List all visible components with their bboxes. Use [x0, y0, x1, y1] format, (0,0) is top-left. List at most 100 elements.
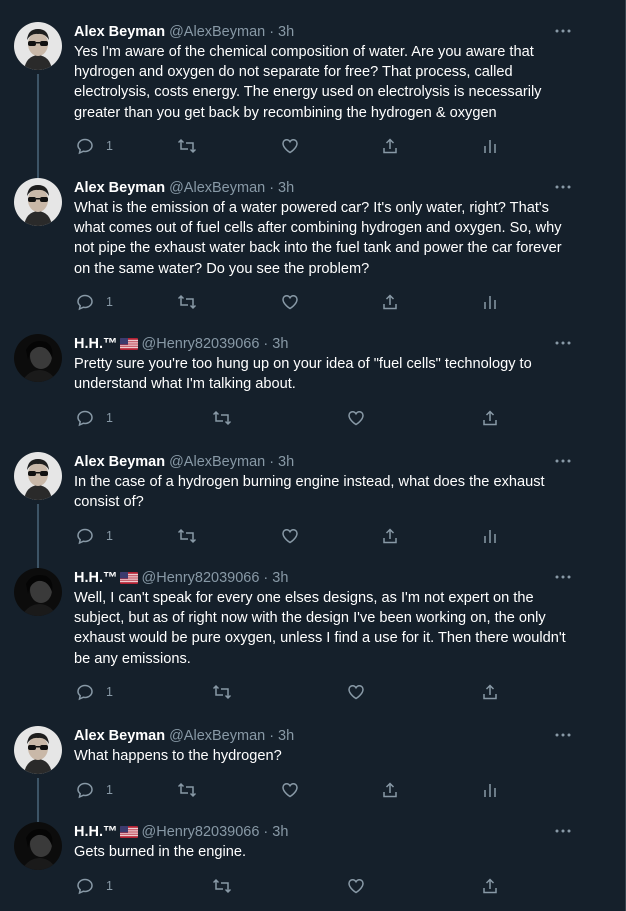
tweet[interactable]: Alex Beyman @AlexBeyman · 3h What is the… — [0, 164, 610, 320]
more-icon[interactable] — [554, 822, 572, 840]
share-icon — [381, 527, 399, 545]
retweet-button[interactable] — [177, 136, 197, 156]
timestamp[interactable]: 3h — [278, 24, 294, 40]
tweet-actions: 1 — [74, 682, 544, 702]
user-handle[interactable]: @AlexBeyman — [169, 454, 265, 470]
more-icon[interactable] — [554, 568, 572, 586]
analytics-button[interactable] — [481, 292, 499, 312]
thread-line — [37, 164, 39, 178]
avatar[interactable] — [14, 822, 62, 870]
user-handle[interactable]: @AlexBeyman — [169, 24, 265, 40]
timestamp[interactable]: 3h — [278, 454, 294, 470]
avatar[interactable] — [14, 178, 62, 226]
user-handle[interactable]: @AlexBeyman — [169, 180, 265, 196]
tweet-header: Alex Beyman @AlexBeyman · 3h — [74, 178, 294, 198]
share-button[interactable] — [481, 682, 499, 702]
display-name[interactable]: H.H.™ — [74, 336, 118, 352]
like-button[interactable] — [281, 526, 299, 546]
separator: · — [269, 454, 275, 470]
user-handle[interactable]: @Henry82039066 — [142, 336, 260, 352]
reply-button[interactable]: 1 — [76, 682, 113, 702]
reply-button[interactable]: 1 — [76, 408, 113, 428]
share-button[interactable] — [381, 292, 399, 312]
like-button[interactable] — [281, 292, 299, 312]
retweet-button[interactable] — [212, 682, 232, 702]
retweet-icon — [177, 293, 197, 311]
tweet[interactable]: H.H.™ @Henry82039066 · 3h Pretty sure yo… — [0, 334, 610, 434]
analytics-icon — [481, 781, 499, 799]
reply-count: 1 — [106, 685, 113, 699]
more-icon[interactable] — [554, 726, 572, 744]
display-name[interactable]: H.H.™ — [74, 570, 118, 586]
reply-button[interactable]: 1 — [76, 526, 113, 546]
tweet[interactable]: H.H.™ @Henry82039066 · 3h Gets burned in… — [0, 808, 610, 902]
tweet-actions: 1 — [74, 292, 544, 312]
timestamp[interactable]: 3h — [272, 570, 288, 586]
reply-button[interactable]: 1 — [76, 292, 113, 312]
reply-icon — [76, 409, 94, 427]
tweet[interactable]: Alex Beyman @AlexBeyman · 3h In the case… — [0, 452, 610, 566]
timestamp[interactable]: 3h — [278, 180, 294, 196]
share-button[interactable] — [381, 780, 399, 800]
avatar[interactable] — [14, 452, 62, 500]
share-button[interactable] — [381, 526, 399, 546]
retweet-button[interactable] — [212, 408, 232, 428]
timestamp[interactable]: 3h — [272, 336, 288, 352]
analytics-button[interactable] — [481, 136, 499, 156]
avatar[interactable] — [14, 568, 62, 616]
share-button[interactable] — [481, 876, 499, 896]
retweet-icon — [177, 527, 197, 545]
avatar[interactable] — [14, 22, 62, 70]
analytics-button[interactable] — [481, 780, 499, 800]
like-button[interactable] — [281, 780, 299, 800]
retweet-button[interactable] — [177, 526, 197, 546]
display-name[interactable]: H.H.™ — [74, 824, 118, 840]
timestamp[interactable]: 3h — [272, 824, 288, 840]
user-handle[interactable]: @Henry82039066 — [142, 570, 260, 586]
analytics-button[interactable] — [481, 526, 499, 546]
reply-icon — [76, 137, 94, 155]
tweet[interactable]: Alex Beyman @AlexBeyman · 3h Yes I'm awa… — [0, 22, 610, 178]
display-name[interactable]: Alex Beyman — [74, 180, 165, 196]
timestamp[interactable]: 3h — [278, 728, 294, 744]
user-handle[interactable]: @Henry82039066 — [142, 824, 260, 840]
retweet-icon — [212, 877, 232, 895]
more-icon[interactable] — [554, 334, 572, 352]
share-icon — [481, 877, 499, 895]
tweet-header: H.H.™ @Henry82039066 · 3h — [74, 568, 288, 588]
retweet-icon — [212, 409, 232, 427]
reply-button[interactable]: 1 — [76, 780, 113, 800]
retweet-button[interactable] — [212, 876, 232, 896]
share-button[interactable] — [481, 408, 499, 428]
like-button[interactable] — [281, 136, 299, 156]
reply-button[interactable]: 1 — [76, 876, 113, 896]
like-button[interactable] — [347, 408, 365, 428]
tweet-text: Yes I'm aware of the chemical compositio… — [74, 44, 542, 121]
more-icon[interactable] — [554, 178, 572, 196]
conversation-thread: Alex Beyman @AlexBeyman · 3h Yes I'm awa… — [0, 0, 626, 911]
thread-line — [37, 554, 39, 568]
user-handle[interactable]: @AlexBeyman — [169, 728, 265, 744]
more-icon[interactable] — [554, 22, 572, 40]
like-button[interactable] — [347, 682, 365, 702]
like-button[interactable] — [347, 876, 365, 896]
tweet-header: H.H.™ @Henry82039066 · 3h — [74, 822, 288, 842]
retweet-button[interactable] — [177, 292, 197, 312]
display-name[interactable]: Alex Beyman — [74, 24, 165, 40]
display-name[interactable]: Alex Beyman — [74, 454, 165, 470]
display-name[interactable]: Alex Beyman — [74, 728, 165, 744]
reply-count: 1 — [106, 411, 113, 425]
tweet-header: Alex Beyman @AlexBeyman · 3h — [74, 452, 294, 472]
more-icon[interactable] — [554, 452, 572, 470]
reply-button[interactable]: 1 — [76, 136, 113, 156]
tweet[interactable]: Alex Beyman @AlexBeyman · 3h What happen… — [0, 726, 610, 820]
retweet-button[interactable] — [177, 780, 197, 800]
separator: · — [269, 180, 275, 196]
analytics-icon — [481, 137, 499, 155]
like-icon — [281, 781, 299, 799]
avatar[interactable] — [14, 334, 62, 382]
reply-count: 1 — [106, 879, 113, 893]
avatar[interactable] — [14, 726, 62, 774]
tweet[interactable]: H.H.™ @Henry82039066 · 3h Well, I can't … — [0, 554, 610, 710]
share-button[interactable] — [381, 136, 399, 156]
